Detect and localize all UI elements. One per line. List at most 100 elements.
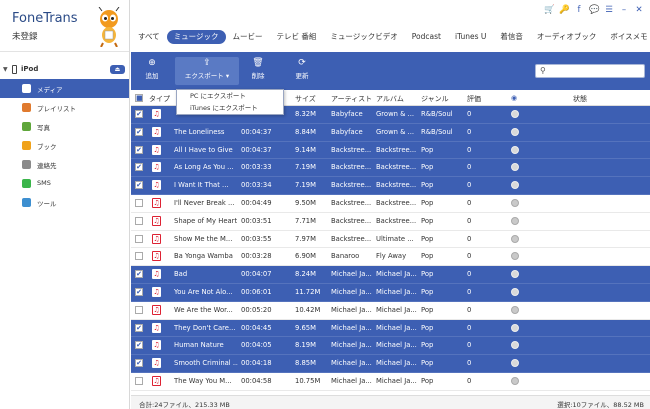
facebook-icon[interactable]: f <box>574 4 584 16</box>
row-checkbox[interactable]: ✔ <box>135 323 143 332</box>
select-all-checkbox[interactable]: ■ <box>135 94 143 102</box>
row-checkbox[interactable] <box>135 305 143 314</box>
cell-name: I Want It That ... <box>174 181 229 190</box>
row-checkbox[interactable] <box>135 216 143 225</box>
cell-genre: Pop <box>421 181 434 190</box>
tab-6[interactable]: iTunes U <box>448 30 493 44</box>
cell-size: 8.32M <box>295 110 316 118</box>
table-row[interactable]: ✔ ♫ Human Nature 00:04:05 8.19M Michael Ja...… <box>131 337 650 356</box>
cell-album: Michael Ja... <box>376 287 417 296</box>
header-type[interactable]: タイプ <box>149 94 170 104</box>
cell-album: Grown & ... <box>376 127 415 136</box>
table-row[interactable]: ✔ ♫ I Want It That ... 00:03:34 7.19M Backstr… <box>131 177 650 195</box>
row-checkbox[interactable] <box>135 234 143 243</box>
row-checkbox[interactable] <box>135 252 143 261</box>
tab-1[interactable]: ミュージック <box>166 30 226 44</box>
minimize-icon[interactable]: – <box>619 4 629 16</box>
tab-7[interactable]: 着信音 <box>493 30 530 44</box>
key-icon[interactable]: 🔑 <box>559 4 570 16</box>
header-genre[interactable]: ジャンル <box>421 94 461 104</box>
search-input[interactable]: ⚲ <box>535 64 645 78</box>
export-button[interactable]: ⇪ エクスポート ▾ <box>175 57 239 85</box>
table-row[interactable]: ✔ ♫ Bad 00:04:07 8.24M Michael Ja... Michael J… <box>131 266 650 284</box>
sidebar-item-contacts[interactable]: 連絡先 <box>0 155 129 174</box>
export-to-pc-item[interactable]: PC にエクスポート <box>177 90 283 102</box>
music-file-icon: ♫ <box>152 126 161 137</box>
header-album[interactable]: アルバム <box>376 94 419 104</box>
row-checkbox[interactable]: ✔ <box>135 110 143 118</box>
cell-size: 10.42M <box>295 305 321 314</box>
sidebar-item-label: ツール <box>37 200 57 208</box>
cell-rating: 0 <box>467 181 472 190</box>
update-button[interactable]: ⟳ 更新 <box>289 57 315 85</box>
table-row[interactable]: ♫ We Are the Wor... 00:05:20 10.42M Michael … <box>131 302 650 320</box>
table-row[interactable]: ♫ The Way You M... 00:04:58 10.75M Michael J… <box>131 373 650 391</box>
row-checkbox[interactable]: ✔ <box>135 127 143 136</box>
row-checkbox[interactable]: ✔ <box>135 145 143 154</box>
cart-icon[interactable]: 🛒 <box>544 4 555 16</box>
sidebar-item-tools[interactable]: ツール <box>0 193 129 212</box>
row-checkbox[interactable]: ✔ <box>135 270 143 279</box>
cell-time: 00:03:55 <box>241 234 272 243</box>
tab-5[interactable]: Podcast <box>405 30 448 44</box>
table-row[interactable]: ♫ Shape of My Heart 00:03:51 7.71M Backstree… <box>131 213 650 231</box>
row-checkbox[interactable]: ✔ <box>135 341 143 350</box>
row-checkbox[interactable] <box>135 376 143 385</box>
sidebar-item-playlist[interactable]: プレイリスト <box>0 98 129 117</box>
row-checkbox[interactable]: ✔ <box>135 163 143 172</box>
table-row[interactable]: ✔ ♫ All I Have to Give 00:04:37 9.14M Backstr… <box>131 141 650 160</box>
table-row[interactable]: ✔ ♫ The Loneliness 00:04:37 8.84M Babyface Gro… <box>131 123 650 142</box>
row-checkbox[interactable]: ✔ <box>135 181 143 190</box>
header-rating[interactable]: 評価 <box>467 94 487 104</box>
delete-button[interactable]: 🗑 削除 <box>245 57 271 85</box>
cloud-sync-icon <box>511 145 519 154</box>
row-checkbox[interactable]: ✔ <box>135 359 143 368</box>
tab-4[interactable]: ミュージックビデオ <box>323 30 404 44</box>
cell-size: 7.97M <box>295 234 316 243</box>
music-icon <box>22 84 31 93</box>
export-dropdown-menu: PC にエクスポート iTunes にエクスポート <box>176 89 284 115</box>
sidebar-item-label: 写真 <box>37 124 50 132</box>
tab-2[interactable]: ムービー <box>226 30 270 44</box>
sidebar-item-book[interactable]: ブック <box>0 136 129 155</box>
tab-9[interactable]: ボイスメモ <box>603 30 650 44</box>
row-checkbox[interactable]: ✔ <box>135 287 143 296</box>
sidebar-item-music[interactable]: メディア <box>0 79 129 98</box>
row-checkbox[interactable] <box>135 198 143 207</box>
cell-genre: R&B/Soul <box>421 127 453 136</box>
table-row[interactable]: ✔ ♫ Smooth Criminal ... 00:04:18 8.85M Michae… <box>131 355 650 373</box>
collapse-arrow-icon[interactable]: ▼ <box>3 66 8 73</box>
header-artist[interactable]: アーティスト <box>331 94 373 104</box>
table-row[interactable]: ♫ Show Me the M... 00:03:55 7.97M Backstree.… <box>131 231 650 249</box>
cell-genre: Pop <box>421 376 434 385</box>
table-row[interactable]: ✔ ♫ As Long As You ... 00:03:33 7.19M Backstr… <box>131 159 650 178</box>
device-row[interactable]: ▼ iPod ⏏ <box>0 61 129 79</box>
cell-genre: Pop <box>421 252 434 261</box>
eject-button[interactable]: ⏏ <box>110 65 125 74</box>
cell-time: 00:04:45 <box>241 323 272 332</box>
cell-album: Michael Ja... <box>376 359 417 368</box>
tab-0[interactable]: すべて <box>131 30 167 44</box>
sidebar-item-sms[interactable]: SMS <box>0 174 129 193</box>
add-button[interactable]: ⊕ 追加 <box>139 57 165 85</box>
music-file-icon: ♫ <box>152 322 161 333</box>
cell-rating: 0 <box>467 110 472 118</box>
cell-size: 11.72M <box>295 287 321 296</box>
table-row[interactable]: ♫ Ba Yonga Wamba 00:03:28 6.90M Banaroo Fly A… <box>131 248 650 267</box>
header-status[interactable]: 状態 <box>573 94 587 104</box>
sidebar-item-photo[interactable]: 写真 <box>0 117 129 136</box>
menu-icon[interactable]: ☰ <box>604 4 614 16</box>
table-row[interactable]: ♫ I'll Never Break ... 00:04:49 9.50M Backst… <box>131 195 650 213</box>
export-to-itunes-item[interactable]: iTunes にエクスポート <box>177 102 283 114</box>
table-row[interactable]: ✔ ♫ You Are Not Alo... 00:06:01 11.72M Michae… <box>131 283 650 302</box>
header-size[interactable]: サイズ <box>295 94 329 104</box>
photo-icon <box>22 122 31 131</box>
close-icon[interactable]: ✕ <box>634 4 644 16</box>
tab-8[interactable]: オーディオブック <box>530 30 603 44</box>
registration-status[interactable]: 未登録 <box>12 30 38 42</box>
top-bar: 🛒 🔑 f 💬 ☰ – ✕ すべて ミュージック ムービー テレビ 番組 ミュージックビデオ Podc… <box>131 0 650 52</box>
cell-rating: 0 <box>467 127 472 136</box>
chat-icon[interactable]: 💬 <box>589 4 600 16</box>
tab-3[interactable]: テレビ 番組 <box>270 30 324 44</box>
table-row[interactable]: ✔ ♫ They Don't Care... 00:04:45 9.65M Michael… <box>131 319 650 338</box>
